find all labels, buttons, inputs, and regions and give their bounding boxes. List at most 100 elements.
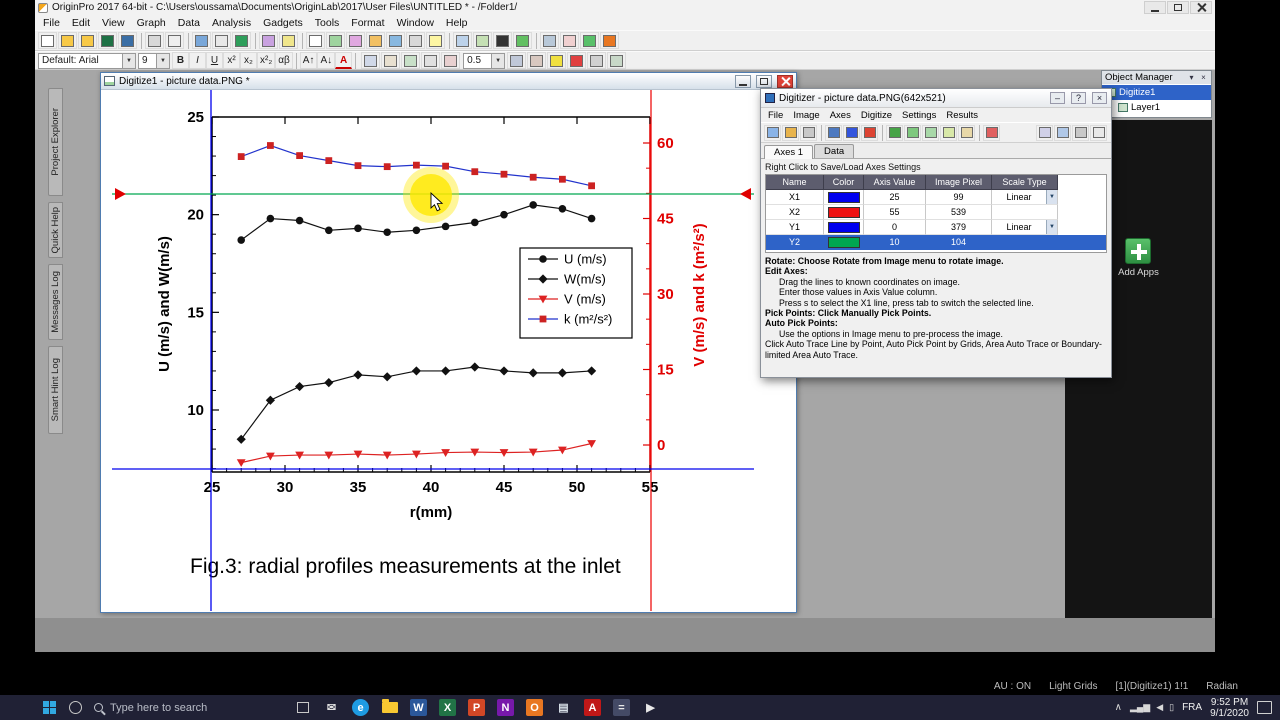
close-icon[interactable]: ×	[1199, 73, 1208, 82]
reorder-curve-icon[interactable]	[1072, 124, 1089, 141]
menu-window[interactable]: Window	[391, 17, 440, 29]
axes-row-color[interactable]	[824, 205, 864, 220]
dropdown-arrow-icon[interactable]: ▼	[156, 53, 169, 68]
axes-row-image-pixel[interactable]: 379	[926, 220, 992, 235]
axes-row-axis-value[interactable]: 10	[864, 235, 926, 250]
figure-svg[interactable]: 25 30 35 40 45 50 55 25 20 15 10 60 45 30 15 0 U (m/s) a…	[112, 90, 754, 611]
line-style-icon[interactable]	[507, 52, 527, 69]
battery-icon[interactable]: ▯	[1169, 702, 1174, 713]
print-preview-icon[interactable]	[165, 32, 184, 49]
insert-table-icon[interactable]	[421, 52, 441, 69]
cortana-button[interactable]	[62, 695, 88, 720]
axes-table-row-y1[interactable]: Y1 0 379 Linear ▼	[766, 220, 1106, 235]
digitizer-dialog[interactable]: Digitizer - picture data.PNG(642x521) – …	[760, 88, 1112, 378]
line-color-icon[interactable]	[567, 52, 587, 69]
pattern-icon[interactable]	[587, 52, 607, 69]
delete-points-icon[interactable]	[983, 124, 1000, 141]
digitizer-help-button[interactable]: ?	[1071, 92, 1086, 104]
results-log-icon[interactable]	[473, 32, 492, 49]
digitizer-tab-axes-1[interactable]: Axes 1	[764, 145, 814, 159]
axes-row-scale-type[interactable]	[992, 205, 1058, 220]
font-size-combo[interactable]: 9 ▼	[138, 52, 170, 69]
pin-icon[interactable]: ▾	[1187, 73, 1196, 82]
dock-tab-quick-help[interactable]: Quick Help	[48, 202, 63, 258]
axes-row-axis-value[interactable]: 55	[864, 205, 926, 220]
menu-gadgets[interactable]: Gadgets	[257, 17, 309, 29]
open-icon[interactable]	[78, 32, 97, 49]
increase-font-button[interactable]: A↑	[299, 52, 318, 69]
new-graph-icon[interactable]	[326, 32, 345, 49]
axes-row-color[interactable]	[824, 235, 864, 250]
symbol-map-icon[interactable]	[361, 52, 381, 69]
media-player-taskbar-button[interactable]: ▶	[636, 695, 665, 720]
axes-row-axis-value[interactable]: 0	[864, 220, 926, 235]
menu-view[interactable]: View	[96, 17, 131, 29]
dock-tab-messages-log[interactable]: Messages Log	[48, 264, 63, 340]
digitizer-minimize-button[interactable]: –	[1050, 92, 1065, 104]
app-maximize-button[interactable]	[1167, 1, 1189, 14]
network-icon[interactable]: ▂▄▆	[1130, 702, 1150, 713]
object-manager-item-layer1[interactable]: Layer1	[1102, 100, 1211, 115]
import-excel-icon[interactable]	[232, 32, 251, 49]
snapshot-icon[interactable]	[560, 32, 579, 49]
new-folder-icon[interactable]	[58, 32, 77, 49]
axes-row-image-pixel[interactable]: 104	[926, 235, 992, 250]
decrease-font-button[interactable]: A↓	[317, 52, 336, 69]
digitizer-menu-file[interactable]: File	[763, 110, 788, 121]
new-workbook-icon[interactable]	[306, 32, 325, 49]
open-excel-icon[interactable]	[98, 32, 117, 49]
taskbar-search[interactable]: Type here to search	[88, 695, 288, 720]
scale-type-combo[interactable]: Linear ▼	[992, 190, 1057, 204]
mail-taskbar-button[interactable]: ✉	[317, 695, 346, 720]
digitizer-menu-image[interactable]: Image	[788, 110, 824, 121]
arrow-style-icon[interactable]	[527, 52, 547, 69]
super-and-subscript-button[interactable]: x²₂	[257, 52, 276, 69]
superscript-button[interactable]: x²	[223, 52, 240, 69]
notepad-taskbar-button[interactable]: ▤	[549, 695, 578, 720]
menu-analysis[interactable]: Analysis	[206, 17, 257, 29]
line-width-combo[interactable]: 0.5 ▼	[463, 52, 506, 69]
import-single-ascii-icon[interactable]	[212, 32, 231, 49]
digitizer-titlebar[interactable]: Digitizer - picture data.PNG(642x521) – …	[761, 89, 1111, 108]
auto-pick-by-grids-icon[interactable]	[922, 124, 939, 141]
axes-row-color[interactable]	[824, 190, 864, 205]
area-auto-trace-icon[interactable]	[940, 124, 957, 141]
add-x-axis-lines-icon[interactable]	[843, 124, 860, 141]
fill-color-icon[interactable]	[547, 52, 567, 69]
new-matrix-icon[interactable]	[346, 32, 365, 49]
auto-trace-line-by-point-icon[interactable]	[904, 124, 921, 141]
dropdown-arrow-icon[interactable]: ▼	[122, 53, 135, 68]
digitized-image[interactable]: 25 30 35 40 45 50 55 25 20 15 10 60 45 30 15 0 U (m/s) a…	[112, 90, 754, 611]
refresh-icon[interactable]	[513, 32, 532, 49]
action-center-icon[interactable]	[1257, 701, 1272, 714]
digitizer-menu-settings[interactable]: Settings	[897, 110, 941, 121]
graph-window-titlebar[interactable]: Digitize1 - picture data.PNG *	[101, 73, 796, 90]
graph-child-window[interactable]: Digitize1 - picture data.PNG * 25 30 35 40 4…	[100, 72, 797, 613]
digitizer-close-button[interactable]: ×	[1092, 92, 1107, 104]
group-icon[interactable]	[607, 52, 627, 69]
print-icon[interactable]	[145, 32, 164, 49]
axes-row-image-pixel[interactable]: 539	[926, 205, 992, 220]
add-y-axis-lines-icon[interactable]	[861, 124, 878, 141]
scale-type-combo[interactable]: Linear ▼	[992, 220, 1057, 234]
axes-row-scale-type[interactable]	[992, 235, 1058, 250]
taskbar-clock[interactable]: 9:52 PM 9/1/2020	[1210, 697, 1249, 719]
axes-row-image-pixel[interactable]: 99	[926, 190, 992, 205]
insert-image-icon[interactable]	[441, 52, 461, 69]
axes-table-row-x2[interactable]: X2 55 539	[766, 205, 1106, 220]
duplicate-window-icon[interactable]	[540, 32, 559, 49]
insert-equation-icon[interactable]	[381, 52, 401, 69]
dock-tab-smart-hint-log[interactable]: Smart Hint Log	[48, 346, 63, 434]
import-image-icon[interactable]	[764, 124, 781, 141]
add-apps-button[interactable]: Add Apps	[1118, 238, 1159, 278]
menu-tools[interactable]: Tools	[309, 17, 346, 29]
font-color-button[interactable]: A	[335, 52, 353, 69]
menu-graph[interactable]: Graph	[131, 17, 172, 29]
goto-graph-icon[interactable]	[1054, 124, 1071, 141]
axes-row-scale-type[interactable]: Linear ▼	[992, 220, 1058, 235]
excel-taskbar-button[interactable]: X	[433, 695, 462, 720]
object-manager-item-digitize1[interactable]: Digitize1	[1102, 85, 1211, 100]
new-project-icon[interactable]	[38, 32, 57, 49]
digitizer-menu-axes[interactable]: Axes	[825, 110, 856, 121]
command-window-icon[interactable]	[493, 32, 512, 49]
